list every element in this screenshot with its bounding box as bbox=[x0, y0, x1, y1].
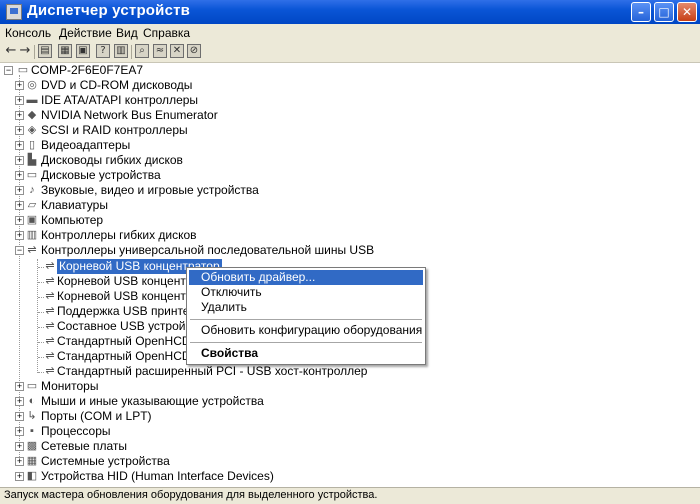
status-bar: Запуск мастера обновления оборудования д… bbox=[0, 487, 700, 504]
usb-device-icon: ⇌ bbox=[45, 350, 55, 362]
device-manager-icon bbox=[6, 4, 22, 20]
category-label: Компьютер bbox=[41, 213, 104, 227]
mouse-icon: ◐ bbox=[28, 395, 36, 407]
uninstall-device-icon[interactable]: ⊘ bbox=[187, 44, 201, 58]
category-label: Клавиатуры bbox=[41, 198, 108, 212]
usb-device-icon: ⇌ bbox=[45, 290, 55, 302]
category-label: SCSI и RAID контроллеры bbox=[41, 123, 188, 137]
category-label: Контроллеры гибких дисков bbox=[41, 228, 197, 242]
usb-icon: ⇌ bbox=[27, 244, 37, 256]
forward-arrow-icon[interactable]: → bbox=[18, 44, 32, 58]
cdrom-icon: ◎ bbox=[27, 79, 37, 91]
scan-hardware-menu-item[interactable]: Обновить конфигурацию оборудования bbox=[189, 323, 423, 338]
hid-device-icon: ◧ bbox=[26, 470, 38, 482]
usb-device-label: Стандартный OpenHCD U bbox=[57, 334, 203, 348]
usb-device-label: Корневой USB концентрат bbox=[57, 289, 205, 303]
category-label: Контроллеры универсальной последовательн… bbox=[41, 243, 375, 257]
computer-icon: ▭ bbox=[17, 64, 29, 76]
display-adapter-icon: ▯ bbox=[28, 139, 36, 151]
category-label: Устройства HID (Human Interface Devices) bbox=[41, 469, 274, 483]
ide-controller-icon: ▬ bbox=[26, 94, 38, 106]
usb-device-icon: ⇌ bbox=[45, 275, 55, 287]
usb-device-label: Стандартный расширенный PCI - USB хост-к… bbox=[57, 364, 368, 378]
menu-bar: Консоль Действие Вид Справка bbox=[0, 24, 700, 42]
usb-device-label: Составное USB устройств bbox=[57, 319, 204, 333]
usb-device-icon: ⇌ bbox=[45, 305, 55, 317]
help-icon[interactable]: ? bbox=[96, 44, 110, 58]
category-label: Сетевые платы bbox=[41, 439, 128, 453]
usb-device-icon: ⇌ bbox=[45, 365, 55, 377]
disable-device-icon[interactable]: ✕ bbox=[170, 44, 184, 58]
tree-view-icon[interactable]: ▥ bbox=[114, 44, 128, 58]
menu-console[interactable]: Консоль bbox=[5, 26, 51, 40]
menu-action[interactable]: Действие bbox=[59, 26, 112, 40]
context-menu: Обновить драйвер... Отключить Удалить Об… bbox=[186, 267, 426, 365]
usb-device-label: Поддержка USB принтер bbox=[57, 304, 197, 318]
window-title: Диспетчер устройств bbox=[27, 2, 191, 19]
disk-drive-icon: ▭ bbox=[26, 169, 38, 181]
category-label: Мыши и иные указывающие устройства bbox=[41, 394, 264, 408]
system-device-icon: ▦ bbox=[26, 455, 38, 467]
category-label: Системные устройства bbox=[41, 454, 170, 468]
console-tree-icon[interactable]: ▤ bbox=[38, 44, 52, 58]
scan-hardware-icon[interactable]: ⌕ bbox=[135, 44, 149, 58]
monitor-icon: ▭ bbox=[26, 380, 38, 392]
network-card-icon: ▩ bbox=[26, 440, 38, 452]
print-icon[interactable]: ▣ bbox=[76, 44, 90, 58]
port-icon: ↳ bbox=[27, 410, 37, 422]
category-label: Дисковые устройства bbox=[41, 168, 161, 182]
toolbar: ← → ▤ ▦ ▣ ? ▥ ⌕ ≈ ✕ ⊘ bbox=[0, 42, 700, 63]
properties-menu-item[interactable]: Свойства bbox=[189, 346, 423, 361]
category-label: DVD и CD-ROM дисководы bbox=[41, 78, 193, 92]
category-label: Мониторы bbox=[41, 379, 99, 393]
category-label: IDE ATA/ATAPI контроллеры bbox=[41, 93, 199, 107]
disable-menu-item[interactable]: Отключить bbox=[189, 285, 423, 300]
menu-view[interactable]: Вид bbox=[116, 26, 138, 40]
menu-separator bbox=[190, 342, 422, 343]
category-label: Звуковые, видео и игровые устройства bbox=[41, 183, 259, 197]
category-label: Процессоры bbox=[41, 424, 111, 438]
floppy-controller-icon: ▥ bbox=[26, 229, 38, 241]
uninstall-menu-item[interactable]: Удалить bbox=[189, 300, 423, 315]
maximize-button[interactable]: □ bbox=[654, 2, 674, 22]
title-bar: Диспетчер устройств – □ ✕ bbox=[0, 0, 700, 24]
keyboard-icon: ▱ bbox=[27, 199, 37, 211]
computer-icon: ▣ bbox=[26, 214, 38, 226]
menu-help[interactable]: Справка bbox=[143, 26, 190, 40]
usb-device-label: Стандартный OpenHCD U bbox=[57, 349, 203, 363]
category-label: NVIDIA Network Bus Enumerator bbox=[41, 108, 218, 122]
usb-device-label: Корневой USB концентрат bbox=[57, 274, 205, 288]
properties-icon[interactable]: ▦ bbox=[58, 44, 72, 58]
scsi-controller-icon: ◈ bbox=[27, 124, 37, 136]
processor-icon: ▪ bbox=[30, 425, 34, 437]
back-arrow-icon[interactable]: ← bbox=[4, 44, 18, 58]
network-bus-icon: ◆ bbox=[27, 109, 37, 121]
root-label: COMP-2F6E0F7EA7 bbox=[31, 63, 144, 77]
minimize-button[interactable]: – bbox=[631, 2, 651, 22]
close-button[interactable]: ✕ bbox=[677, 2, 697, 22]
category-label: Видеоадаптеры bbox=[41, 138, 131, 152]
category-label: Порты (COM и LPT) bbox=[41, 409, 152, 423]
usb-device-icon: ⇌ bbox=[45, 260, 55, 272]
update-driver-menu-item[interactable]: Обновить драйвер... bbox=[189, 270, 423, 285]
sound-device-icon: ♪ bbox=[29, 184, 35, 196]
status-text: Запуск мастера обновления оборудования д… bbox=[4, 489, 378, 501]
category-label: Дисководы гибких дисков bbox=[41, 153, 183, 167]
menu-separator bbox=[190, 319, 422, 320]
usb-device-icon: ⇌ bbox=[45, 320, 55, 332]
update-driver-icon[interactable]: ≈ bbox=[153, 44, 167, 58]
floppy-drive-icon: ▙ bbox=[27, 154, 37, 166]
usb-device-icon: ⇌ bbox=[45, 335, 55, 347]
